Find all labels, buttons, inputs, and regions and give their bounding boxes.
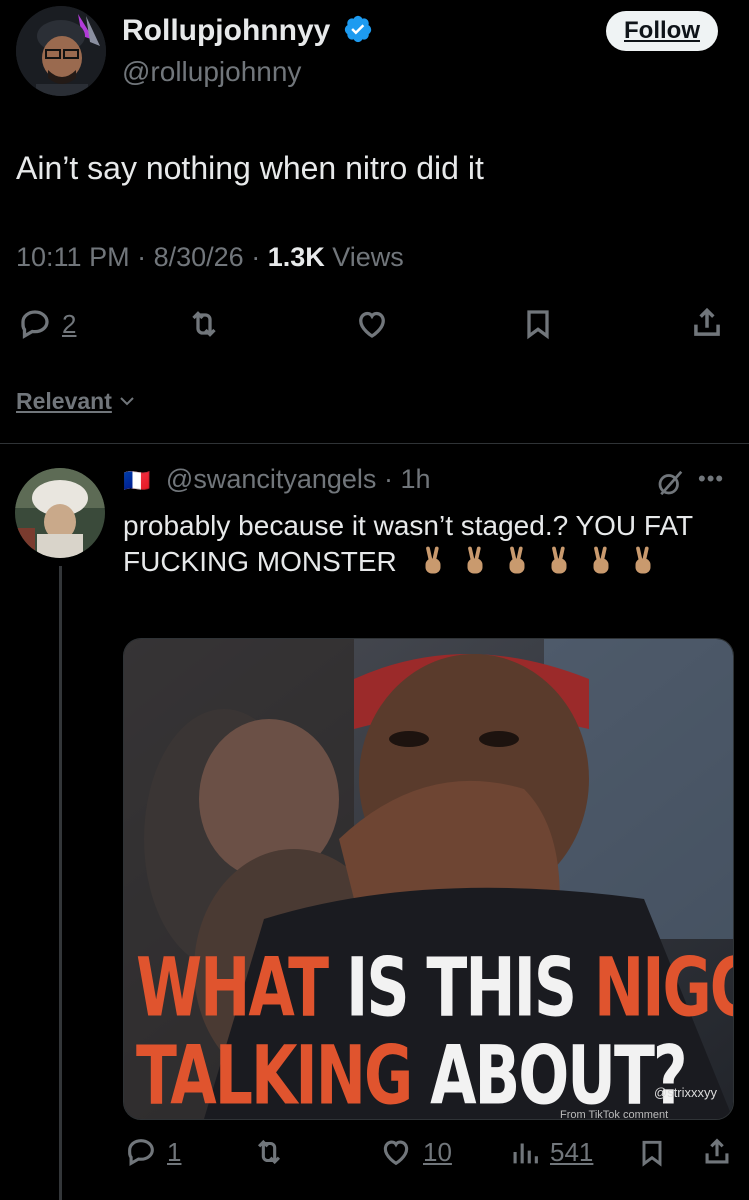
flag-icon: 🇫🇷: [123, 468, 151, 493]
caption-word: TALKING: [136, 1029, 413, 1120]
bookmark-icon: [642, 1140, 662, 1167]
meta-separator: ·: [137, 242, 154, 272]
tweet-meta: 10:11 PM · 8/30/26 · 1.3K Views: [16, 242, 404, 273]
author-avatar[interactable]: [16, 6, 106, 96]
caption-word: IS THIS: [346, 941, 577, 1036]
victory-hand-icon: [419, 546, 447, 576]
author-name[interactable]: Rollupjohnnyy: [122, 14, 373, 48]
retweet-icon: [192, 311, 216, 337]
reply-text: probably because it wasn’t staged.? YOU …: [123, 508, 713, 580]
bookmark-button[interactable]: [520, 306, 556, 342]
reply-button[interactable]: 2: [16, 306, 76, 342]
grok-icon[interactable]: [655, 468, 685, 503]
reply-like-button[interactable]: 10: [377, 1135, 452, 1169]
reply-retweet-button[interactable]: [250, 1135, 288, 1169]
reply-bookmark-button[interactable]: [636, 1136, 668, 1170]
share-button[interactable]: [688, 304, 726, 342]
reply-share-button[interactable]: [700, 1134, 734, 1170]
tweet-date[interactable]: 8/30/26: [154, 242, 244, 272]
caption-word: WHAT: [136, 941, 329, 1036]
media-source: From TikTok comment: [560, 1109, 669, 1120]
reply-reply-count: 1: [167, 1136, 182, 1167]
tweet-views-count: 1.3K: [267, 242, 325, 272]
meta-separator: ·: [251, 242, 268, 272]
reply-handle[interactable]: @swancityangels: [166, 464, 377, 494]
heart-icon: [383, 1140, 409, 1166]
reply-time[interactable]: 1h: [400, 464, 430, 494]
tweet-views-label: Views: [332, 242, 404, 272]
author-name-text[interactable]: Rollupjohnnyy: [122, 14, 330, 47]
media-watermark: @strixxxyy: [654, 1085, 718, 1100]
reply-icon: [21, 310, 49, 339]
divider: [0, 443, 749, 444]
tweet-text: Ain’t say nothing when nitro did it: [16, 150, 484, 186]
heart-icon: [359, 311, 385, 338]
victory-hand-icon: [461, 546, 489, 576]
reply-avatar[interactable]: [15, 468, 105, 558]
reply-media[interactable]: WHAT IS THIS NIGGA TALKING ABOUT? @strix…: [123, 638, 734, 1120]
reply-reply-button[interactable]: 1: [123, 1135, 181, 1169]
like-button[interactable]: [352, 306, 392, 342]
reply-views-count: 541: [550, 1136, 594, 1167]
thread-line: [59, 566, 62, 1200]
caption-word: NIGGA: [594, 941, 733, 1036]
share-icon: [705, 1138, 729, 1164]
victory-hand-icon: [587, 546, 615, 576]
media-caption: WHAT IS THIS NIGGA: [136, 941, 733, 1036]
reply-count: 2: [62, 308, 77, 339]
follow-button[interactable]: Follow: [606, 11, 718, 51]
victory-hand-icon: [545, 546, 573, 576]
more-options-icon[interactable]: •••: [698, 466, 724, 492]
retweet-button[interactable]: [184, 306, 224, 342]
verified-badge-icon: [344, 15, 371, 43]
chevron-down-icon: [120, 397, 134, 406]
meta-separator: ·: [383, 464, 393, 494]
media-caption-line2: TALKING ABOUT?: [136, 1029, 688, 1120]
share-icon: [694, 307, 720, 336]
reply-icon: [128, 1139, 154, 1167]
bookmark-icon: [527, 310, 549, 340]
sort-label: Relevant: [16, 388, 112, 414]
reply-header: 🇫🇷 @swancityangels · 1h: [123, 464, 431, 495]
views-icon: [513, 1143, 538, 1164]
sort-selector[interactable]: Relevant: [16, 388, 136, 415]
reply-like-count: 10: [423, 1136, 452, 1167]
tweet-time[interactable]: 10:11 PM: [16, 242, 130, 272]
reply-views-button[interactable]: 541: [508, 1135, 593, 1169]
victory-hand-icon: [503, 546, 531, 576]
caption-word: ABOUT?: [430, 1029, 688, 1120]
author-handle[interactable]: @rollupjohnny: [122, 56, 301, 88]
retweet-icon: [257, 1139, 281, 1165]
victory-hand-icon: [629, 546, 657, 576]
